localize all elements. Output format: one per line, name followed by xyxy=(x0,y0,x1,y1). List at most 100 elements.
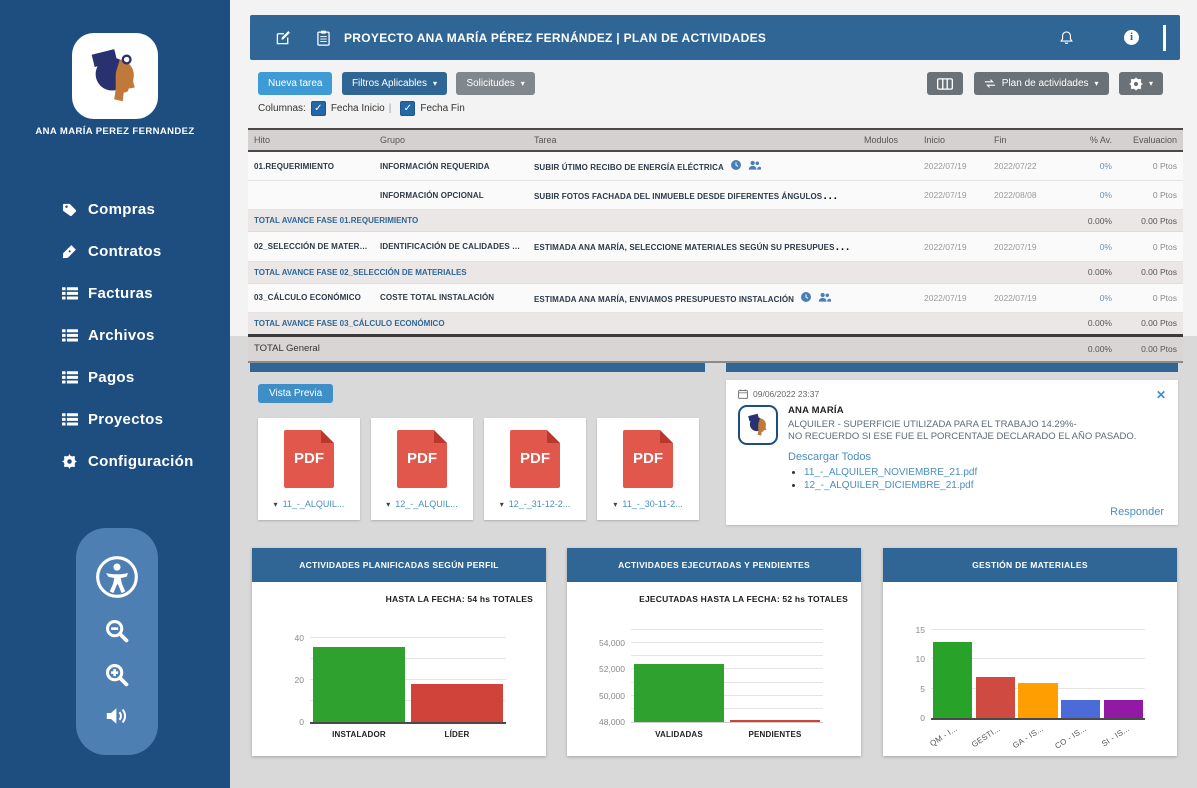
users-icon[interactable] xyxy=(846,186,858,204)
file-name-link[interactable]: 11_-_30-11-2... xyxy=(622,499,682,509)
pdf-file-card[interactable]: PDF ▾ 11_-_30-11-2... xyxy=(597,418,699,520)
table-row: 01.REQUERIMIENTOINFORMACIÓN REQUERIDASUB… xyxy=(248,151,1183,181)
plan-dropdown[interactable]: Plan de actividades▾ xyxy=(974,72,1109,95)
clock-icon[interactable] xyxy=(853,237,858,255)
phase-total-cell: TOTAL AVANCE FASE 03_CÁLCULO ECONÓMICO xyxy=(248,312,1063,335)
file-name-link[interactable]: 11_-_ALQUIL... xyxy=(283,499,345,509)
clock-icon[interactable] xyxy=(801,289,811,307)
chevron-down-icon[interactable]: ▾ xyxy=(613,500,617,509)
sidebar-item-pagos[interactable]: Pagos xyxy=(0,356,230,398)
new-task-button[interactable]: Nueva tarea xyxy=(258,72,332,95)
checkbox-fecha-fin[interactable]: ✓ xyxy=(400,101,415,116)
pdf-icon: PDF xyxy=(397,430,447,488)
bar-LÍDER xyxy=(411,684,503,722)
evaluacion-cell: 0 Ptos xyxy=(1118,181,1183,210)
file-name-link[interactable]: 12_-_ALQUIL... xyxy=(395,499,458,509)
sidebar-item-configuracion[interactable]: Configuración xyxy=(0,440,230,482)
col-fin: Fin xyxy=(988,129,1063,151)
pdf-file-card[interactable]: PDF ▾ 12_-_31-12-2... xyxy=(484,418,586,520)
fin-cell: 2022/07/19 xyxy=(988,283,1063,312)
fecha-inicio-label: Fecha Inicio xyxy=(331,103,385,114)
chart-title: GESTIÓN DE MATERIALES xyxy=(883,548,1177,582)
avatar-illustration xyxy=(84,45,146,107)
bar-CO - IS... xyxy=(1061,700,1100,718)
bar-VALIDADAS xyxy=(634,664,724,722)
modulos-cell xyxy=(858,151,918,181)
grupo-cell: INFORMACIÓN OPCIONAL xyxy=(374,181,528,210)
edit-icon[interactable] xyxy=(276,30,291,45)
chevron-down-icon[interactable]: ▾ xyxy=(274,500,278,509)
close-icon[interactable]: ✕ xyxy=(1156,388,1166,402)
y-tick-label: 15 xyxy=(881,625,925,635)
chart-subtitle: HASTA LA FECHA: 54 hs TOTALES xyxy=(386,594,533,604)
col-modulos: Modulos xyxy=(858,129,918,151)
info-icon[interactable]: i xyxy=(1124,30,1139,45)
grand-total-cell: TOTAL General xyxy=(248,335,1063,362)
file-name-link[interactable]: 12_-_31-12-2... xyxy=(509,499,571,509)
table-row: TOTAL AVANCE FASE 03_CÁLCULO ECONÓMICO0.… xyxy=(248,312,1183,335)
attachment-link[interactable]: 11_-_ALQUILER_NOVIEMBRE_21.pdf xyxy=(804,467,977,478)
columns-view-button[interactable] xyxy=(927,72,963,95)
users-icon[interactable] xyxy=(748,157,761,175)
zoom-out-icon[interactable] xyxy=(104,618,130,644)
sidebar-item-compras[interactable]: Compras xyxy=(0,188,230,230)
requests-dropdown[interactable]: Solicitudes▾ xyxy=(456,72,534,95)
columns-toggle-row: Columnas: ✓ Fecha Inicio | ✓ Fecha Fin xyxy=(258,101,465,116)
message-line: NO RECUERDO SI ESE FUE EL PORCENTAJE DEC… xyxy=(788,431,1166,442)
phase-total-cell: TOTAL AVANCE FASE 02_SELECCIÓN DE MATERI… xyxy=(248,261,1063,283)
zoom-in-icon[interactable] xyxy=(104,662,130,688)
chart-plot-area: 051015QM - I...GESTI...GA - IS...CO - IS… xyxy=(883,582,1177,756)
table-row: TOTAL AVANCE FASE 01.REQUERIMIENTO0.00%0… xyxy=(248,210,1183,232)
reply-link[interactable]: Responder xyxy=(1110,506,1164,518)
users-icon[interactable] xyxy=(818,289,831,307)
gear-icon xyxy=(1129,77,1143,91)
sidebar-item-archivos[interactable]: Archivos xyxy=(0,314,230,356)
sidebar-item-label: Facturas xyxy=(88,285,153,302)
tarea-cell: SUBIR FOTOS FACHADA DEL INMUEBLE DESDE D… xyxy=(528,181,858,210)
sidebar-item-label: Pagos xyxy=(88,369,135,386)
checkbox-fecha-inicio[interactable]: ✓ xyxy=(311,101,326,116)
accessibility-icon[interactable] xyxy=(94,554,140,600)
filters-label: Filtros Aplicables xyxy=(352,78,427,89)
plot xyxy=(931,618,1145,720)
attachment-link[interactable]: 12_-_ALQUILER_DICIEMBRE_21.pdf xyxy=(804,480,974,491)
preview-button[interactable]: Vista Previa xyxy=(258,384,333,403)
col-evaluacion: Evaluacion xyxy=(1118,129,1183,151)
x-axis-label: QM - I... xyxy=(909,724,959,761)
filters-dropdown[interactable]: Filtros Aplicables▾ xyxy=(342,72,447,95)
sidebar-item-proyectos[interactable]: Proyectos xyxy=(0,398,230,440)
chevron-down-icon[interactable]: ▾ xyxy=(500,500,504,509)
pdf-file-card[interactable]: PDF ▾ 12_-_ALQUIL... xyxy=(371,418,473,520)
preview-label: Vista Previa xyxy=(269,388,322,399)
settings-dropdown[interactable]: ▾ xyxy=(1119,72,1163,95)
grupo-cell: COSTE TOTAL INSTALACIÓN xyxy=(374,283,528,312)
avance-cell: 0% xyxy=(1063,232,1118,261)
chevron-down-icon[interactable]: ▾ xyxy=(386,500,390,509)
chart-ejecutadas: ACTIVIDADES EJECUTADAS Y PENDIENTES EJEC… xyxy=(567,548,861,756)
download-all-link[interactable]: Descargar Todos xyxy=(788,451,1166,463)
message-date: 09/06/2022 23:37 xyxy=(753,389,819,399)
speaker-icon[interactable] xyxy=(105,706,129,726)
attachment-list: 11_-_ALQUILER_NOVIEMBRE_21.pdf 12_-_ALQUI… xyxy=(804,467,1166,491)
hito-cell xyxy=(248,181,374,210)
clock-icon[interactable] xyxy=(731,157,741,175)
sidebar-item-contratos[interactable]: Contratos xyxy=(0,230,230,272)
pdf-file-card[interactable]: PDF▾11_-_ALQUIL... xyxy=(258,418,360,520)
bar-INSTALADOR xyxy=(313,647,405,722)
bell-icon[interactable] xyxy=(1059,30,1074,46)
table-row: TOTAL General0.00%0.00 Ptos xyxy=(248,335,1183,362)
accessibility-panel xyxy=(76,528,158,755)
sidebar-item-facturas[interactable]: Facturas xyxy=(0,272,230,314)
pdf-icon: PDF xyxy=(623,430,673,488)
chart-planificadas: ACTIVIDADES PLANIFICADAS SEGÚN PERFIL HA… xyxy=(252,548,546,756)
y-tick-label: 48,000 xyxy=(581,717,625,727)
avatar xyxy=(72,33,158,119)
toolbar: Nueva tarea Filtros Aplicables▾ Solicitu… xyxy=(258,72,1180,95)
list-icon xyxy=(62,287,88,300)
plan-table-body: 01.REQUERIMIENTOINFORMACIÓN REQUERIDASUB… xyxy=(248,151,1183,362)
chart-title: ACTIVIDADES PLANIFICADAS SEGÚN PERFIL xyxy=(252,548,546,582)
pdf-icon: PDF xyxy=(510,430,560,488)
gridline xyxy=(931,629,1145,630)
task-label: ESTIMADA ANA MARÍA, ENVIAMOS PRESUPUESTO… xyxy=(534,295,794,304)
sidebar-item-label: Compras xyxy=(88,201,155,218)
